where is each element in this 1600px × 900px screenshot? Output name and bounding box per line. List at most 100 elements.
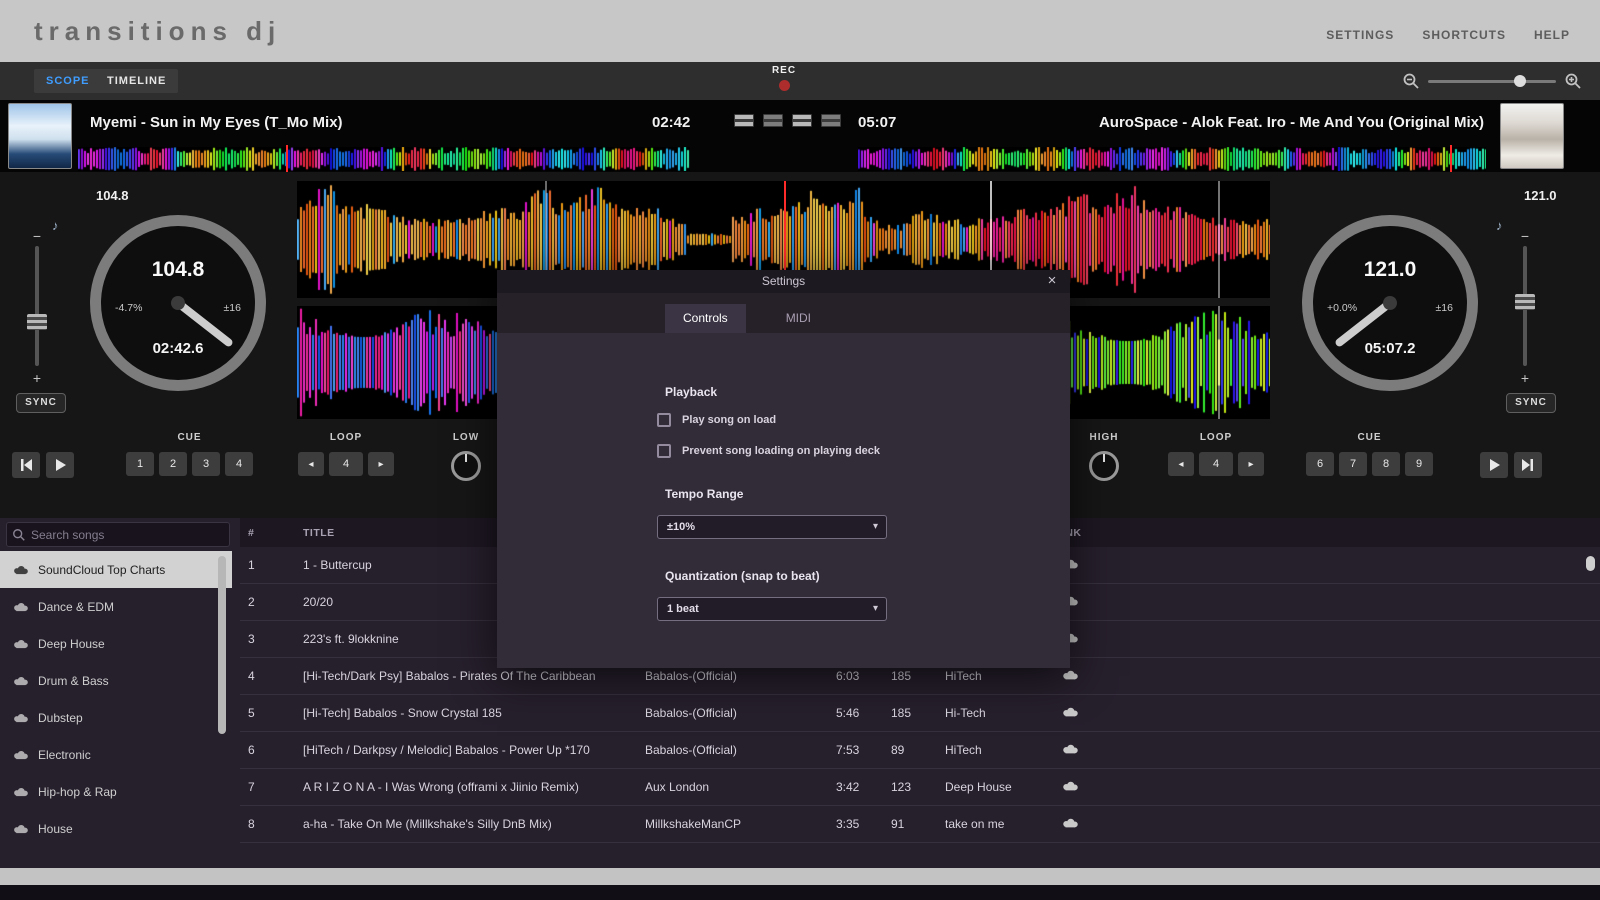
layout-combined-icon[interactable] xyxy=(792,114,812,127)
layout-split-icon[interactable] xyxy=(763,114,783,127)
deck-b-loop-length-button[interactable]: 4 xyxy=(1199,452,1233,476)
deck-a-pitch-thumb[interactable] xyxy=(27,314,47,330)
cue-label: CUE xyxy=(1306,432,1433,443)
tempo-range-select[interactable]: ±10% ▾ xyxy=(657,515,887,539)
checkbox-unchecked-icon[interactable] xyxy=(657,444,671,458)
quantization-value: 1 beat xyxy=(667,603,699,615)
deck-b-pitch-range: ±16 xyxy=(1436,302,1453,314)
playlist-item-dubstep[interactable]: Dubstep xyxy=(0,699,232,736)
play-on-load-option[interactable]: Play song on load xyxy=(657,413,1070,427)
record-control[interactable]: REC xyxy=(762,65,806,91)
deck-b-loop-double-button[interactable]: ▸ xyxy=(1238,452,1264,476)
shortcuts-link[interactable]: SHORTCUTS xyxy=(1422,28,1506,42)
deck-a-track-time: 02:42 xyxy=(652,114,690,131)
deck-a-keylock-icon[interactable]: ♪ xyxy=(52,218,59,233)
prevent-load-option[interactable]: Prevent song loading on playing deck xyxy=(657,444,1070,458)
bottom-edge xyxy=(0,885,1600,900)
zoom-in-icon[interactable] xyxy=(1564,72,1582,95)
soundcloud-link-icon[interactable] xyxy=(1047,706,1107,720)
settings-link[interactable]: SETTINGS xyxy=(1326,28,1394,42)
deck-a-sync-button[interactable]: SYNC xyxy=(16,393,66,413)
record-icon[interactable] xyxy=(779,80,790,91)
deck-a-cue-2-button[interactable]: 2 xyxy=(159,452,187,476)
deck-a-pitch-track[interactable] xyxy=(35,246,39,366)
deck-a-loop-halve-button[interactable]: ◂ xyxy=(298,452,324,476)
deck-b-track-title: AuroSpace - Alok Feat. Iro - Me And You … xyxy=(1099,114,1484,131)
deck-a-overview-waveform[interactable] xyxy=(78,147,690,171)
table-row-partial[interactable] xyxy=(240,843,1600,865)
soundcloud-link-icon[interactable] xyxy=(1047,669,1107,683)
deck-b-high-eq-knob[interactable] xyxy=(1089,451,1119,481)
playlist-label: Drum & Bass xyxy=(38,674,109,688)
zoom-slider-track[interactable] xyxy=(1428,80,1556,83)
deck-a-loop-double-button[interactable]: ▸ xyxy=(368,452,394,476)
pitch-plus-label[interactable]: + xyxy=(1512,370,1538,386)
deck-b-bpm-readout: 121.0 xyxy=(1524,188,1557,203)
playback-heading: Playback xyxy=(665,385,1070,399)
deck-b-play-button[interactable] xyxy=(1480,452,1508,478)
deck-b-cue-8-button[interactable]: 8 xyxy=(1372,452,1400,476)
search-input[interactable] xyxy=(31,524,225,545)
deck-a-skip-start-button[interactable] xyxy=(12,452,40,478)
deck-b-cue-7-button[interactable]: 7 xyxy=(1339,452,1367,476)
soundcloud-link-icon[interactable] xyxy=(1047,780,1107,794)
deck-a-jog-wheel[interactable]: 104.8 -4.7% ±16 02:42.6 xyxy=(90,215,266,391)
checkbox-unchecked-icon[interactable] xyxy=(657,413,671,427)
playlist-item-house[interactable]: House xyxy=(0,810,232,847)
main-toolbar: SCOPE TIMELINE REC xyxy=(0,62,1600,100)
playlist-item-hiphop-rap[interactable]: Hip-hop & Rap xyxy=(0,773,232,810)
deck-a-play-button[interactable] xyxy=(46,452,74,478)
pitch-minus-label[interactable]: − xyxy=(24,228,50,244)
deck-a-cue-4-button[interactable]: 4 xyxy=(225,452,253,476)
deck-b-cue-6-button[interactable]: 6 xyxy=(1306,452,1334,476)
deck-a-loop-length-button[interactable]: 4 xyxy=(329,452,363,476)
table-row[interactable]: 5[Hi-Tech] Babalos - Snow Crystal 185 Ba… xyxy=(240,695,1600,732)
zoom-out-icon[interactable] xyxy=(1402,72,1420,95)
deck-a-low-eq-knob[interactable] xyxy=(451,451,481,481)
cloud-icon xyxy=(12,823,29,834)
close-icon[interactable]: × xyxy=(1042,270,1062,293)
table-row[interactable]: 6[HiTech / Darkpsy / Melodic] Babalos - … xyxy=(240,732,1600,769)
timeline-view-button[interactable]: TIMELINE xyxy=(95,69,178,93)
deck-b-wheel-hub xyxy=(1383,296,1397,310)
deck-b-skip-end-button[interactable] xyxy=(1514,452,1542,478)
tab-midi[interactable]: MIDI xyxy=(768,304,829,333)
playlist-item-dance-edm[interactable]: Dance & EDM xyxy=(0,588,232,625)
deck-b-pitch-thumb[interactable] xyxy=(1515,294,1535,310)
help-link[interactable]: HELP xyxy=(1534,28,1570,42)
zoom-slider-thumb[interactable] xyxy=(1514,75,1526,87)
settings-tabs: Controls MIDI xyxy=(497,293,1070,333)
playlist-scrollbar-thumb[interactable] xyxy=(218,556,226,734)
column-number[interactable]: # xyxy=(240,527,295,539)
deck-a-cue-3-button[interactable]: 3 xyxy=(192,452,220,476)
playlist-item-deep-house[interactable]: Deep House xyxy=(0,625,232,662)
track-info-bar: Myemi - Sun in My Eyes (T_Mo Mix) 02:42 … xyxy=(0,100,1600,172)
deck-b-keylock-icon[interactable]: ♪ xyxy=(1496,218,1503,233)
deck-a-wheel-bpm: 104.8 xyxy=(101,258,255,282)
scope-view-button[interactable]: SCOPE xyxy=(34,69,102,93)
deck-b-pitch-percent: +0.0% xyxy=(1327,302,1357,314)
playlist-item-soundcloud-top-charts[interactable]: SoundCloud Top Charts xyxy=(0,551,232,588)
deck-b-cue-9-button[interactable]: 9 xyxy=(1405,452,1433,476)
horizontal-scrollbar[interactable] xyxy=(0,868,1600,885)
deck-b-sync-button[interactable]: SYNC xyxy=(1506,393,1556,413)
playlist-item-electronic[interactable]: Electronic xyxy=(0,736,232,773)
tab-controls[interactable]: Controls xyxy=(665,304,746,333)
pitch-minus-label[interactable]: − xyxy=(1512,228,1538,244)
layout-parallel-icon[interactable] xyxy=(821,114,841,127)
quantization-select[interactable]: 1 beat ▾ xyxy=(657,597,887,621)
soundcloud-link-icon[interactable] xyxy=(1047,743,1107,757)
playlist-item-drum-bass[interactable]: Drum & Bass xyxy=(0,662,232,699)
deck-a-cue-1-button[interactable]: 1 xyxy=(126,452,154,476)
deck-b-jog-wheel[interactable]: 121.0 +0.0% ±16 05:07.2 xyxy=(1302,215,1478,391)
table-row[interactable]: 8a-ha - Take On Me (Millkshake's Silly D… xyxy=(240,806,1600,843)
deck-b-loop-halve-button[interactable]: ◂ xyxy=(1168,452,1194,476)
table-scrollbar-thumb[interactable] xyxy=(1586,556,1595,571)
soundcloud-link-icon[interactable] xyxy=(1047,817,1107,831)
settings-dialog: Settings × Controls MIDI Playback Play s… xyxy=(497,270,1070,668)
table-row[interactable]: 7A R I Z O N A - I Was Wrong (offrami x … xyxy=(240,769,1600,806)
pitch-plus-label[interactable]: + xyxy=(24,370,50,386)
cloud-icon xyxy=(12,638,29,649)
layout-stacked-icon[interactable] xyxy=(734,114,754,127)
deck-b-overview-waveform[interactable] xyxy=(858,147,1486,171)
